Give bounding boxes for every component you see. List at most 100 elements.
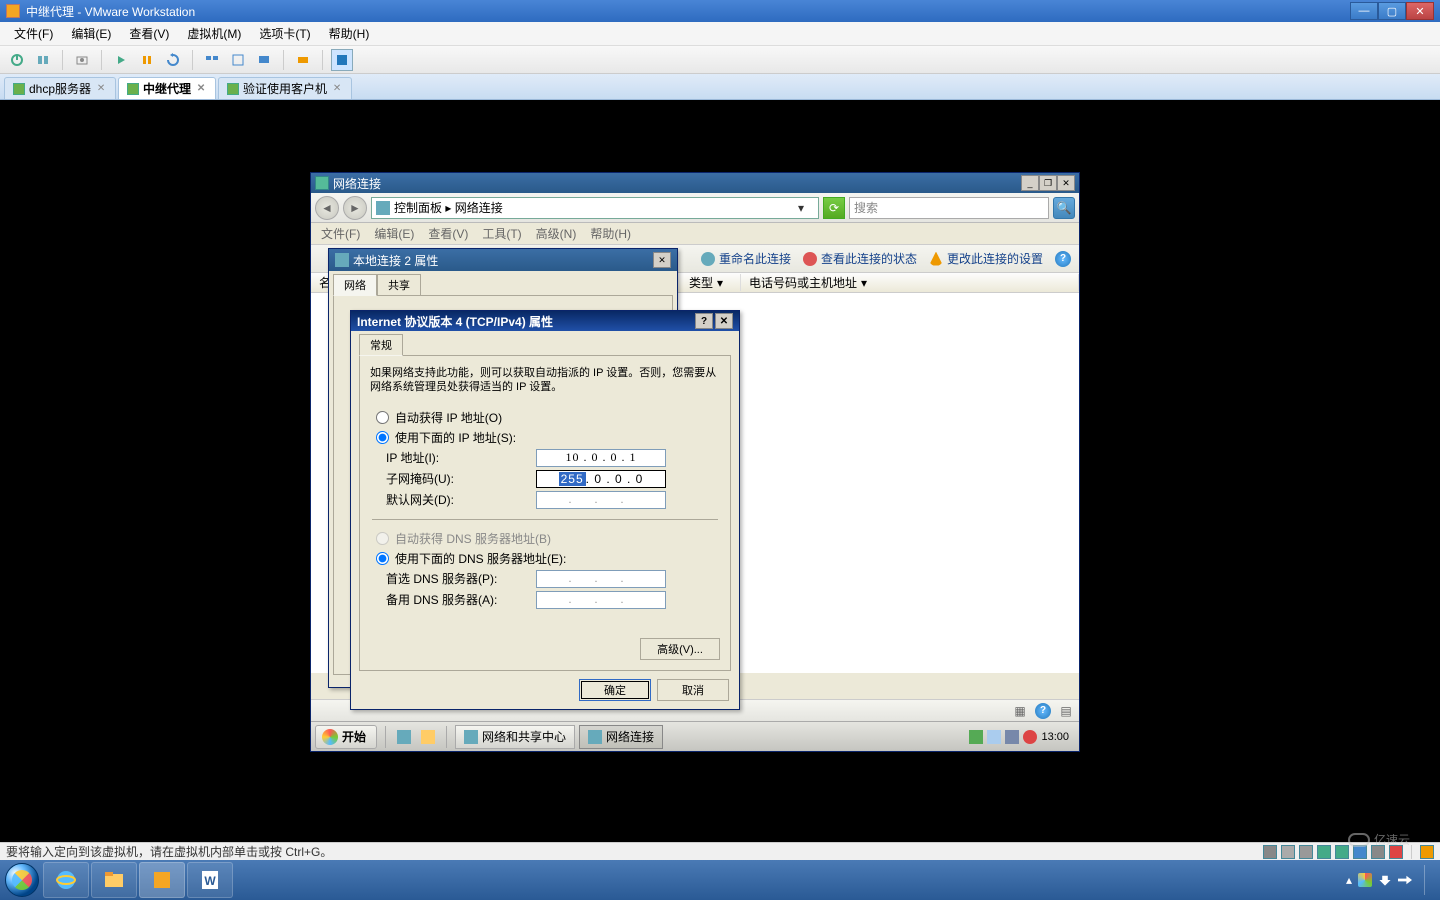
tab-general[interactable]: 常规: [359, 334, 403, 356]
tray-network-icon[interactable]: [987, 730, 1001, 744]
tray-expand-icon[interactable]: ▴: [1346, 873, 1352, 887]
tray-safely-remove-icon[interactable]: [969, 730, 983, 744]
menu-edit[interactable]: 编辑(E): [63, 22, 119, 45]
vm-tab-dhcp[interactable]: dhcp服务器 ✕: [4, 77, 116, 99]
guest-restore-button[interactable]: ❐: [1039, 175, 1057, 191]
search-input[interactable]: 搜索: [849, 197, 1049, 219]
col-phone[interactable]: 电话号码或主机地址▾: [741, 274, 1079, 291]
guest-close-button[interactable]: ✕: [1057, 175, 1075, 191]
vs-network2-icon[interactable]: [1335, 845, 1349, 859]
nav-back-icon[interactable]: ◄: [315, 196, 339, 220]
vs-cd-icon[interactable]: [1281, 845, 1295, 859]
view-details-icon[interactable]: ▤: [1057, 702, 1075, 720]
tb-unity-icon[interactable]: [227, 49, 249, 71]
tb-pause-icon[interactable]: [136, 49, 158, 71]
advanced-button[interactable]: 高级(V)...: [640, 638, 720, 660]
subnet-mask-input[interactable]: 255 . 0 . 0 . 0: [536, 470, 666, 488]
tb-console-icon[interactable]: [253, 49, 275, 71]
tab-close-icon[interactable]: ✕: [331, 83, 343, 95]
radio-auto-ip[interactable]: 自动获得 IP 地址(O): [376, 409, 714, 426]
cmd-status[interactable]: 查看此连接的状态: [803, 250, 917, 267]
alternate-dns-input[interactable]: . . .: [536, 591, 666, 609]
task-network-connections[interactable]: 网络连接: [579, 725, 663, 749]
menu-tabs[interactable]: 选项卡(T): [251, 22, 318, 45]
tb-ctrlaltdel-icon[interactable]: [292, 49, 314, 71]
address-bar[interactable]: 控制面板 ▸ 网络连接 ▾: [371, 197, 819, 219]
tb-play-icon[interactable]: [110, 49, 132, 71]
vm-icon: [127, 83, 139, 95]
cmd-rename[interactable]: 重命名此连接: [701, 250, 791, 267]
vm-viewport[interactable]: 网络连接 _ ❐ ✕ ◄ ► 控制面板 ▸ 网络连接 ▾ ⟳: [0, 100, 1440, 842]
vs-network-icon[interactable]: [1317, 845, 1331, 859]
nav-forward-icon[interactable]: ►: [343, 196, 367, 220]
exp-menu-advanced[interactable]: 高级(N): [530, 223, 583, 244]
host-vmware-icon[interactable]: [139, 862, 185, 898]
maximize-button[interactable]: ▢: [1378, 2, 1406, 20]
cmd-change[interactable]: 更改此连接的设置: [929, 250, 1043, 267]
menu-file[interactable]: 文件(F): [6, 22, 61, 45]
tab-share[interactable]: 共享: [377, 274, 421, 295]
ql-desktop-icon[interactable]: [394, 727, 414, 747]
preferred-dns-input[interactable]: . . .: [536, 570, 666, 588]
task-network-center[interactable]: 网络和共享中心: [455, 725, 575, 749]
start-button[interactable]: 开始: [315, 725, 377, 749]
exp-menu-view[interactable]: 查看(V): [422, 223, 474, 244]
chevron-down-icon[interactable]: ▾: [798, 201, 814, 215]
vmware-icon: [6, 4, 20, 18]
exp-menu-help[interactable]: 帮助(H): [584, 223, 637, 244]
host-start-button[interactable]: [2, 860, 42, 900]
host-ie-icon[interactable]: [43, 862, 89, 898]
tb-library-icon[interactable]: [32, 49, 54, 71]
ip-address-input[interactable]: 10 . 0 . 0 . 1: [536, 449, 666, 467]
exp-menu-edit[interactable]: 编辑(E): [368, 223, 420, 244]
menu-help[interactable]: 帮助(H): [321, 22, 378, 45]
guest-minimize-button[interactable]: _: [1021, 175, 1039, 191]
tb-snapshot-icon[interactable]: [71, 49, 93, 71]
menu-view[interactable]: 查看(V): [121, 22, 177, 45]
vm-tab-relay[interactable]: 中继代理 ✕: [118, 77, 216, 99]
clock[interactable]: 13:00: [1041, 731, 1069, 743]
vm-tab-client[interactable]: 验证使用客户机 ✕: [218, 77, 352, 99]
tb-power-on-icon[interactable]: [6, 49, 28, 71]
action-center-icon[interactable]: [1358, 873, 1372, 887]
tray-shield-icon[interactable]: [1023, 730, 1037, 744]
tab-close-icon[interactable]: ✕: [95, 83, 107, 95]
dlg2-help-button[interactable]: ?: [695, 313, 713, 329]
breadcrumb: 控制面板 ▸ 网络连接: [394, 199, 503, 216]
network-connections-icon: [588, 730, 602, 744]
vs-message-icon[interactable]: [1420, 845, 1434, 859]
dlg2-close-button[interactable]: ✕: [715, 313, 733, 329]
tb-multimon-icon[interactable]: [201, 49, 223, 71]
minimize-button[interactable]: —: [1350, 2, 1378, 20]
volume-icon[interactable]: [1398, 873, 1412, 887]
network-icon[interactable]: [1378, 873, 1392, 887]
exp-menu-tools[interactable]: 工具(T): [476, 223, 527, 244]
radio-manual-dns[interactable]: 使用下面的 DNS 服务器地址(E):: [376, 550, 714, 567]
menu-vm[interactable]: 虚拟机(M): [179, 22, 249, 45]
tb-reset-icon[interactable]: [162, 49, 184, 71]
tab-close-icon[interactable]: ✕: [195, 83, 207, 95]
search-icon[interactable]: 🔍: [1053, 197, 1075, 219]
gateway-input[interactable]: . . .: [536, 491, 666, 509]
col-type[interactable]: 类型▾: [681, 274, 741, 291]
tab-network[interactable]: 网络: [333, 274, 377, 296]
radio-manual-ip[interactable]: 使用下面的 IP 地址(S):: [376, 429, 714, 446]
show-desktop-button[interactable]: [1424, 865, 1430, 895]
refresh-icon[interactable]: ⟳: [823, 197, 845, 219]
cancel-button[interactable]: 取消: [657, 679, 729, 701]
host-word-icon[interactable]: W: [187, 862, 233, 898]
host-explorer-icon[interactable]: [91, 862, 137, 898]
exp-menu-file[interactable]: 文件(F): [315, 223, 366, 244]
help-icon[interactable]: ?: [1035, 703, 1051, 719]
tray-vmware-icon[interactable]: [1005, 730, 1019, 744]
ql-explorer-icon[interactable]: [418, 727, 438, 747]
vs-hdd-icon[interactable]: [1263, 845, 1277, 859]
tb-fullscreen-icon[interactable]: [331, 49, 353, 71]
vs-floppy-icon[interactable]: [1299, 845, 1313, 859]
windows-orb-icon: [5, 863, 39, 897]
view-tiles-icon[interactable]: ▦: [1011, 702, 1029, 720]
close-button[interactable]: ✕: [1406, 2, 1434, 20]
ok-button[interactable]: 确定: [579, 679, 651, 701]
help-icon[interactable]: ?: [1055, 251, 1071, 267]
dlg1-close-button[interactable]: ✕: [653, 252, 671, 268]
